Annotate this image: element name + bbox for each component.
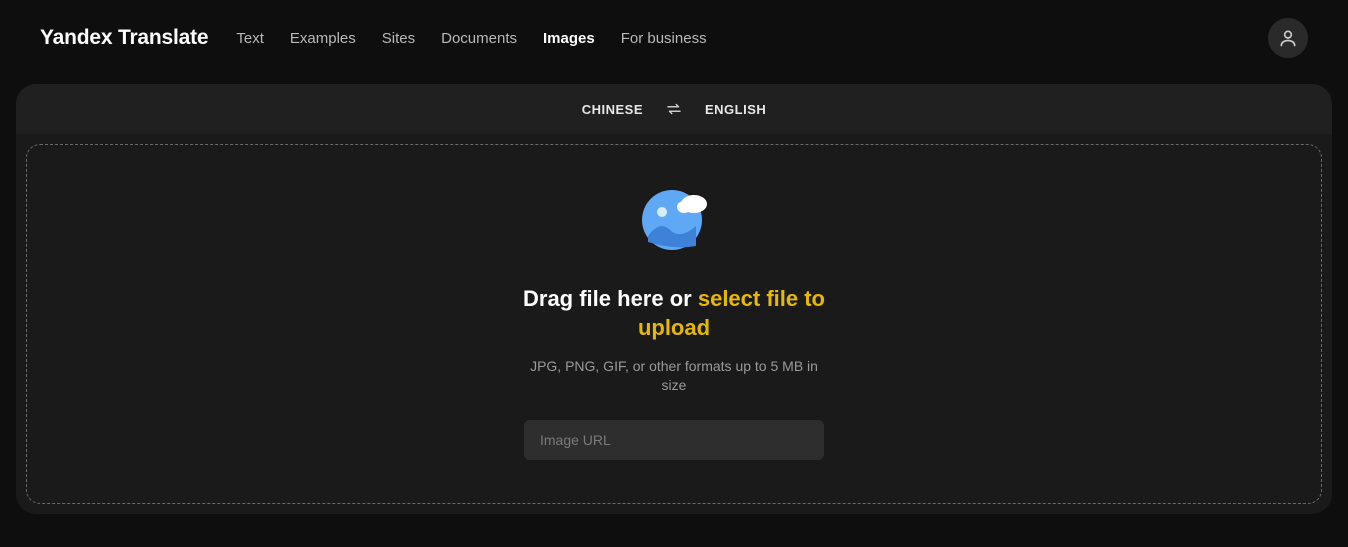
picture-icon [638, 188, 710, 252]
drag-prefix: Drag file here or [523, 286, 698, 311]
main-panel: CHINESE ENGLISH Drag file here or select [16, 84, 1332, 514]
drag-instruction: Drag file here or select file to upload [514, 285, 834, 342]
target-language[interactable]: ENGLISH [705, 102, 766, 117]
language-bar: CHINESE ENGLISH [16, 84, 1332, 134]
swap-languages-button[interactable] [665, 100, 683, 118]
image-url-input[interactable] [524, 420, 824, 460]
nav-documents[interactable]: Documents [441, 30, 517, 47]
file-dropzone[interactable]: Drag file here or select file to upload … [26, 144, 1322, 504]
format-hint: JPG, PNG, GIF, or other formats up to 5 … [519, 357, 829, 396]
nav-examples[interactable]: Examples [290, 30, 356, 47]
top-nav: Text Examples Sites Documents Images For… [236, 30, 1268, 47]
nav-text[interactable]: Text [236, 30, 264, 47]
source-language[interactable]: CHINESE [582, 102, 643, 117]
nav-sites[interactable]: Sites [382, 30, 415, 47]
account-button[interactable] [1268, 18, 1308, 58]
logo[interactable]: Yandex Translate [40, 26, 208, 50]
user-icon [1278, 28, 1298, 48]
nav-for-business[interactable]: For business [621, 30, 707, 47]
header: Yandex Translate Text Examples Sites Doc… [0, 0, 1348, 76]
nav-images[interactable]: Images [543, 30, 595, 47]
picture-illustration [638, 188, 710, 257]
swap-icon [665, 100, 683, 118]
dropzone-container: Drag file here or select file to upload … [16, 134, 1332, 514]
